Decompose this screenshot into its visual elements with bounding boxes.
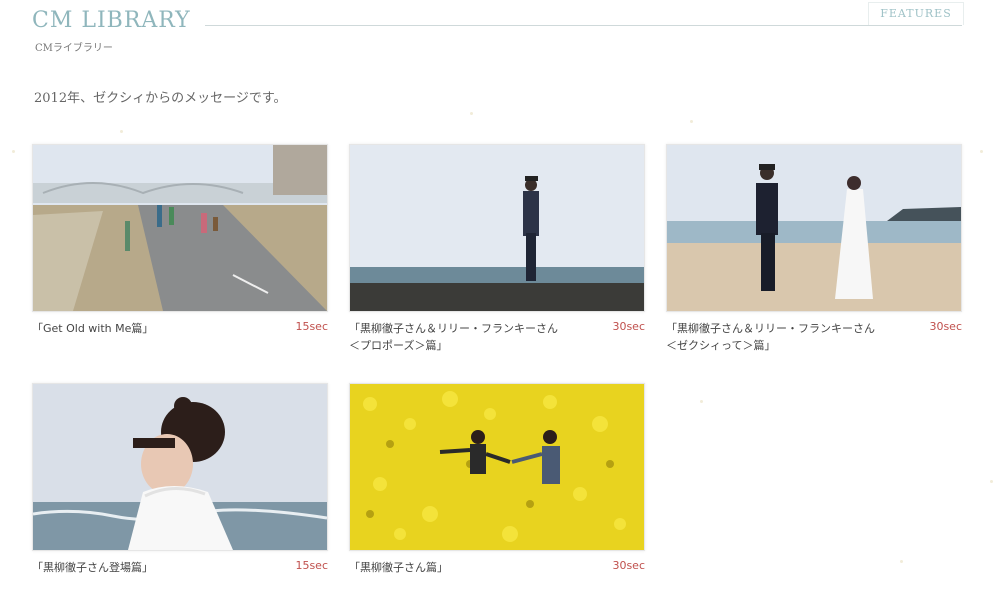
video-duration: 15sec: [295, 559, 328, 572]
video-card[interactable]: 「黒柳徹子さん篇」 30sec: [349, 383, 645, 595]
video-thumbnail[interactable]: [349, 383, 645, 551]
video-duration: 15sec: [295, 320, 328, 333]
video-title[interactable]: 「黒柳徹子さん＆リリー・フランキーさん: [666, 320, 962, 337]
video-title[interactable]: 「黒柳徹子さん登場篇」: [32, 559, 328, 576]
video-card[interactable]: 「黒柳徹子さん＆リリー・フランキーさん ＜プロポーズ＞篇」 30sec: [349, 144, 645, 356]
video-duration: 30sec: [612, 559, 645, 572]
video-thumbnail[interactable]: [666, 144, 962, 312]
video-title[interactable]: 「Get Old with Me篇」: [32, 320, 328, 337]
header-divider: [205, 25, 962, 26]
video-card[interactable]: 「黒柳徹子さん登場篇」 15sec: [32, 383, 328, 595]
video-thumbnail[interactable]: [349, 144, 645, 312]
video-title-line2[interactable]: ＜ゼクシィって＞篇」: [666, 337, 962, 354]
video-thumbnail[interactable]: [32, 383, 328, 551]
video-duration: 30sec: [612, 320, 645, 333]
video-card[interactable]: 「Get Old with Me篇」 15sec: [32, 144, 328, 356]
video-duration: 30sec: [929, 320, 962, 333]
video-card[interactable]: 「黒柳徹子さん＆リリー・フランキーさん ＜ゼクシィって＞篇」 30sec: [666, 144, 962, 356]
section-header: CM LIBRARY CMライブラリー FEATURES: [0, 0, 1007, 60]
video-title[interactable]: 「黒柳徹子さん篇」: [349, 559, 645, 576]
lead-text: 2012年、ゼクシィからのメッセージです。: [34, 91, 287, 106]
page-subtitle: CMライブラリー: [35, 43, 113, 54]
video-title-line2[interactable]: ＜プロポーズ＞篇」: [349, 337, 645, 354]
video-thumbnail[interactable]: [32, 144, 328, 312]
video-title[interactable]: 「黒柳徹子さん＆リリー・フランキーさん: [349, 320, 645, 337]
page-title: CM LIBRARY: [32, 8, 191, 33]
features-tab[interactable]: FEATURES: [868, 2, 964, 25]
